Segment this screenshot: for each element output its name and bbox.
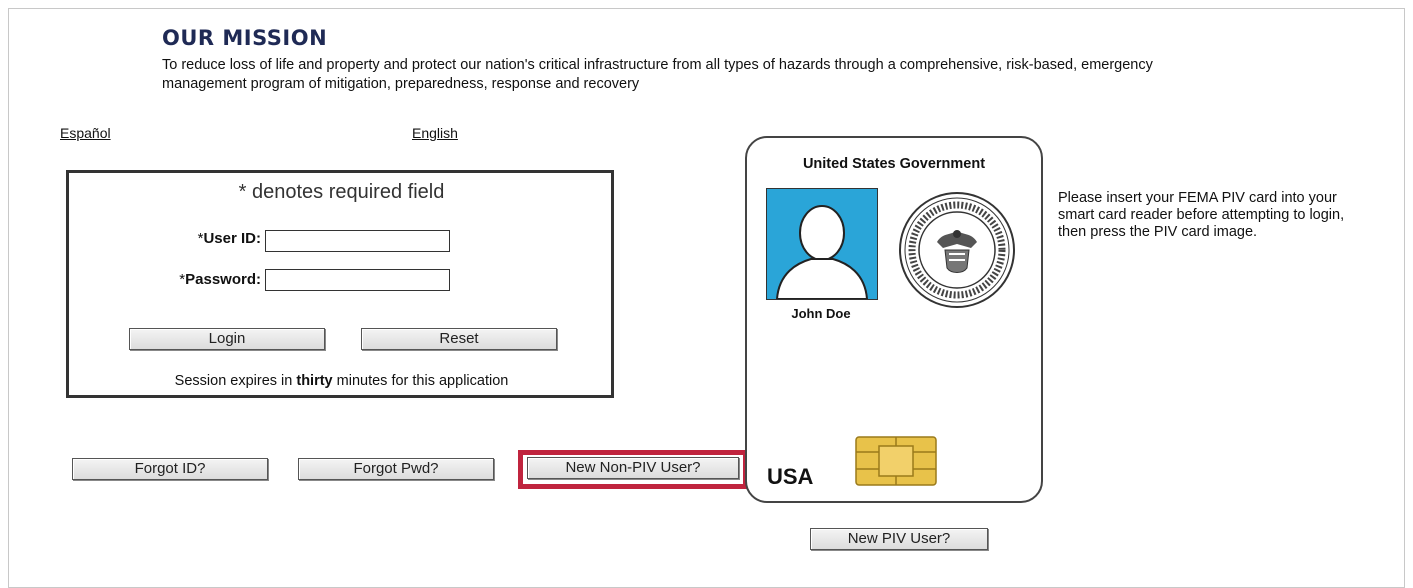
forgot-id-button[interactable]: Forgot ID? (72, 458, 268, 480)
dhs-seal-icon (897, 190, 1017, 310)
password-label-text: Password: (185, 271, 261, 288)
session-expiry-note: Session expires in thirty minutes for th… (69, 373, 614, 389)
piv-card-image[interactable]: United States Government John Doe USA (745, 136, 1043, 503)
user-id-input[interactable] (265, 230, 450, 252)
user-id-label-text: User ID: (203, 230, 261, 247)
forgot-password-button[interactable]: Forgot Pwd? (298, 458, 494, 480)
session-note-duration: thirty (296, 373, 333, 389)
login-button[interactable]: Login (129, 328, 325, 350)
session-note-prefix: Session expires in (174, 373, 297, 389)
user-photo-icon (766, 188, 878, 300)
card-country: USA (767, 464, 814, 489)
piv-instructions: Please insert your FEMA PIV card into yo… (1058, 190, 1345, 240)
english-language-link[interactable]: English (412, 125, 458, 141)
card-holder-name: John Doe (791, 306, 851, 321)
reset-button[interactable]: Reset (361, 328, 557, 350)
new-non-piv-user-button[interactable]: New Non-PIV User? (527, 457, 739, 479)
password-input[interactable] (265, 269, 450, 291)
card-header: United States Government (802, 156, 986, 172)
new-piv-user-button[interactable]: New PIV User? (810, 528, 988, 550)
required-field-note: * denotes required field (238, 181, 445, 203)
spanish-language-link[interactable]: Español (60, 125, 111, 141)
user-id-label: *User ID: (149, 230, 261, 247)
smart-chip-icon (855, 436, 937, 486)
mission-title: OUR MISSION (162, 26, 328, 50)
login-form: * denotes required field *User ID: *Pass… (66, 170, 614, 398)
mission-statement: To reduce loss of life and property and … (162, 57, 1153, 92)
session-note-suffix: minutes for this application (332, 373, 509, 389)
password-label: *Password: (129, 271, 261, 288)
